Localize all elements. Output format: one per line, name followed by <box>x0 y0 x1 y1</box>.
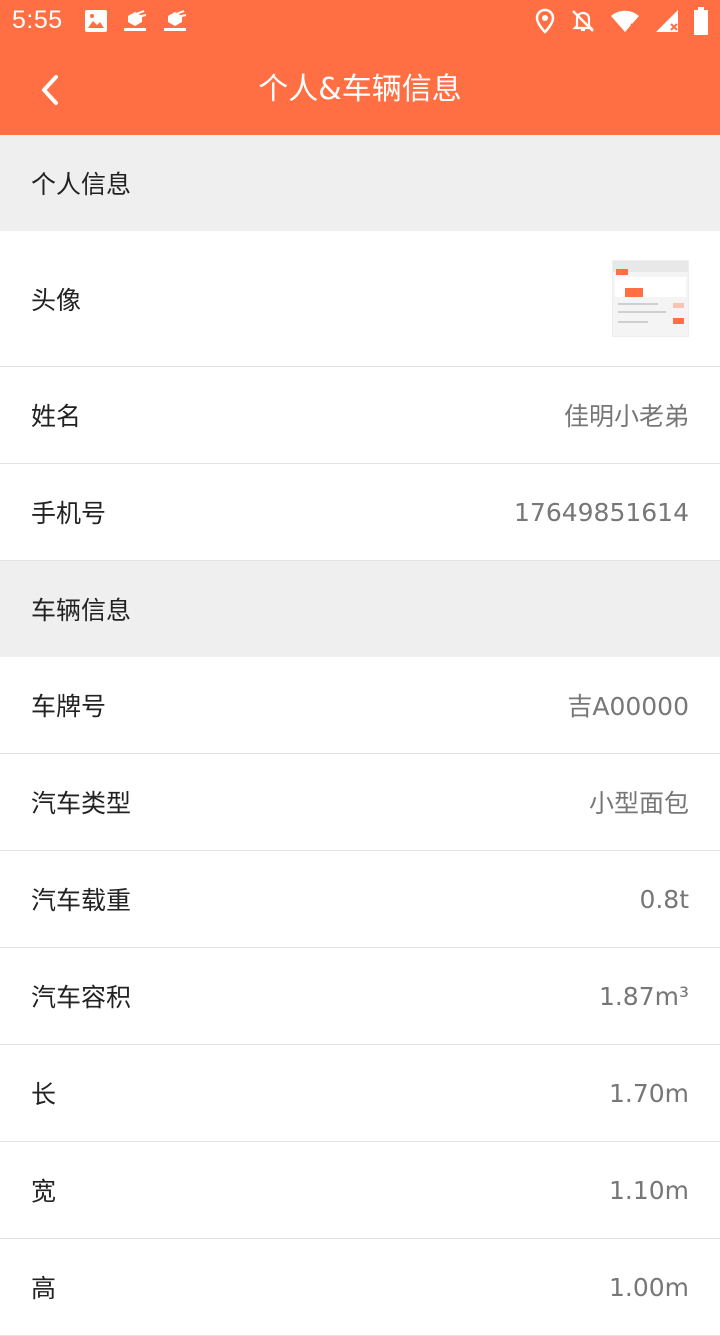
wifi-icon <box>610 9 640 37</box>
app-bar: 个人&车辆信息 <box>0 45 720 135</box>
volume-label: 汽车容积 <box>31 983 132 1012</box>
width-label: 宽 <box>31 1177 57 1206</box>
signal-icon <box>654 9 680 37</box>
status-left-icons <box>84 9 188 37</box>
image-icon <box>84 9 108 37</box>
volume-row[interactable]: 汽车容积 1.87m³ <box>0 948 720 1045</box>
vehicle-type-row[interactable]: 汽车类型 小型面包 <box>0 754 720 851</box>
status-bar: 5:55 <box>0 0 720 45</box>
length-label: 长 <box>31 1080 57 1109</box>
length-row[interactable]: 长 1.70m <box>0 1045 720 1142</box>
avatar-label: 头像 <box>31 285 82 315</box>
vehicle-type-label: 汽车类型 <box>31 789 132 818</box>
width-row[interactable]: 宽 1.10m <box>0 1142 720 1239</box>
height-row[interactable]: 高 1.00m <box>0 1239 720 1336</box>
plate-label: 车牌号 <box>31 692 107 721</box>
length-value: 1.70m <box>608 1078 689 1108</box>
avatar-row[interactable]: 头像 <box>0 231 720 367</box>
page-title: 个人&车辆信息 <box>258 72 462 107</box>
load-value: 0.8t <box>639 884 689 914</box>
phone-row[interactable]: 手机号 17649851614 <box>0 464 720 561</box>
phone-label: 手机号 <box>31 499 107 528</box>
notifications-off-icon <box>570 8 596 38</box>
avatar[interactable] <box>612 260 689 337</box>
name-label: 姓名 <box>31 402 82 431</box>
height-label: 高 <box>31 1274 57 1303</box>
battery-icon <box>694 7 708 39</box>
app-notification-icon <box>122 8 148 38</box>
plate-row[interactable]: 车牌号 吉A00000 <box>0 657 720 754</box>
volume-value: 1.87m³ <box>598 981 689 1011</box>
location-icon <box>534 8 556 38</box>
info-list: 个人信息 头像 姓名 佳明小老弟 手机号 17649851614 车辆信息 车牌… <box>0 135 720 1336</box>
phone-value: 17649851614 <box>514 497 689 527</box>
height-value: 1.00m <box>608 1272 689 1302</box>
load-row[interactable]: 汽车载重 0.8t <box>0 851 720 948</box>
name-value: 佳明小老弟 <box>563 402 689 431</box>
plate-value: 吉A00000 <box>567 692 689 721</box>
status-time: 5:55 <box>12 6 63 34</box>
section-header-vehicle: 车辆信息 <box>0 561 720 657</box>
status-right-icons <box>534 7 708 39</box>
app-notification-icon <box>162 8 188 38</box>
section-header-personal: 个人信息 <box>0 135 720 231</box>
name-row[interactable]: 姓名 佳明小老弟 <box>0 367 720 464</box>
load-label: 汽车载重 <box>31 886 132 915</box>
width-value: 1.10m <box>608 1175 689 1205</box>
vehicle-type-value: 小型面包 <box>588 789 689 818</box>
